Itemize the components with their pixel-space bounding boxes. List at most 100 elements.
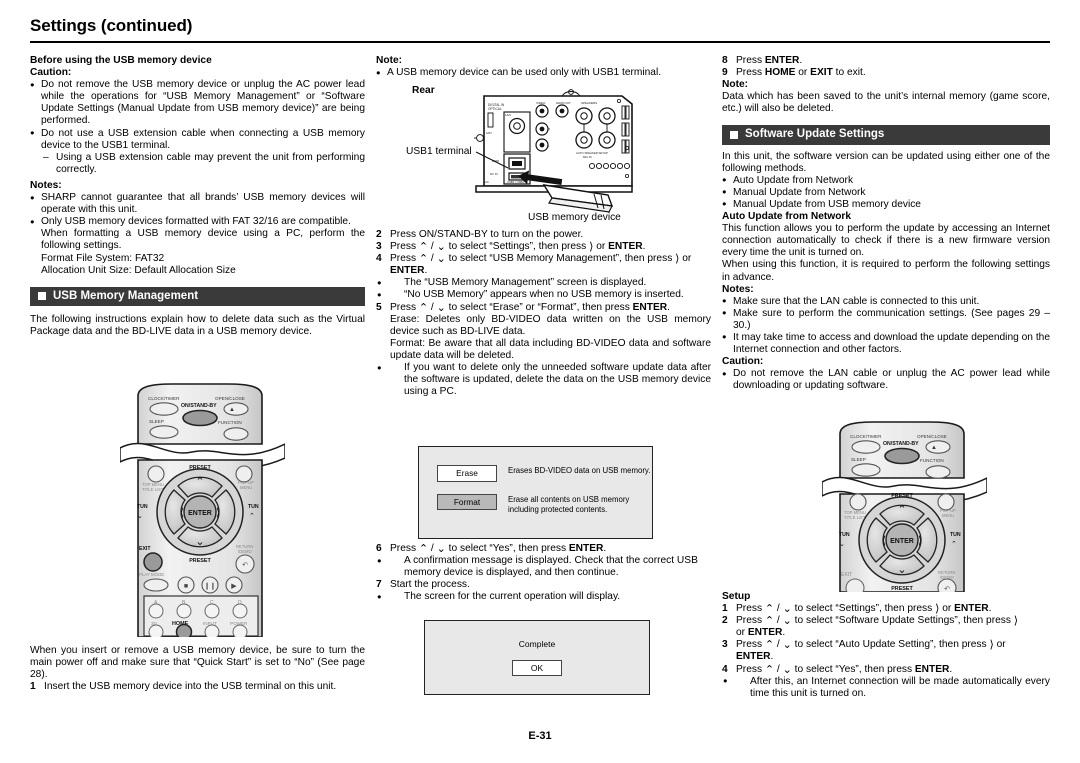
svg-text:⌄: ⌄ <box>839 541 845 548</box>
heading-auto-update-from-network: Auto Update from Network <box>722 211 852 223</box>
svg-text:■: ■ <box>184 583 188 590</box>
setup-step-1: 1 Press ⌃ / ⌄ to select “Settings”, then… <box>722 603 1050 615</box>
setup-step-2: 2 Press ⌃ / ⌄ to select “Software Update… <box>722 615 1050 639</box>
osd-complete-message: Complete <box>518 639 556 650</box>
osd-format-button[interactable]: Format <box>437 493 497 510</box>
svg-text:DC IN: DC IN <box>490 172 498 176</box>
step-4: 4 Press ⌃ / ⌄ to select “USB Memory Mana… <box>376 253 711 277</box>
update-method-1: Auto Update from Network <box>722 174 1050 187</box>
svg-text:MENU: MENU <box>942 513 954 518</box>
auto-update-paragraph-2: When using this function, it is required… <box>722 259 1050 283</box>
column-left-footer-text: When you insert or remove a USB memory d… <box>30 645 365 693</box>
osd-format-description-line1: Erase all contents on USB memory <box>508 494 630 504</box>
svg-text:OPEN/CLOSE: OPEN/CLOSE <box>917 434 947 439</box>
svg-text:TUN: TUN <box>839 532 850 538</box>
step-3-text: Press ⌃ / ⌄ to select “Settings”, then p… <box>390 241 646 254</box>
column-right-setup: Setup 1 Press ⌃ / ⌄ to select “Settings”… <box>722 591 1050 700</box>
svg-text:EXIT: EXIT <box>139 546 151 552</box>
svg-text:PRESET: PRESET <box>891 493 913 499</box>
svg-text:PRESET: PRESET <box>189 465 211 471</box>
svg-text:/DEMO: /DEMO <box>238 549 252 554</box>
setup-step-3-text: Press ⌃ / ⌄ to select “Auto Update Setti… <box>736 639 1006 663</box>
step-7-number: 7 <box>376 579 382 591</box>
step-9-number: 9 <box>722 67 728 79</box>
svg-text:FUNCTION: FUNCTION <box>218 420 242 425</box>
svg-text:⌃: ⌃ <box>897 504 906 516</box>
svg-text:TUN: TUN <box>137 504 148 510</box>
step-9: 9 Press HOME or EXIT to exit. <box>722 67 1050 79</box>
manual-page: Settings (continued) Before using the US… <box>0 0 1080 763</box>
step-2: 2 Press ON/STAND-BY to turn on the power… <box>376 229 711 241</box>
step-3: 3 Press ⌃ / ⌄ to select “Settings”, then… <box>376 241 711 253</box>
step-6: 6 Press ⌃ / ⌄ to select “Yes”, then pres… <box>376 543 711 555</box>
section-header-label: Software Update Settings <box>745 128 885 141</box>
label-notes-right: Notes: <box>722 283 754 295</box>
osd-erase-description: Erases BD-VIDEO data on USB memory. <box>508 466 651 475</box>
svg-text:FUNCTION: FUNCTION <box>920 458 944 463</box>
setup-step-2-text: Press ⌃ / ⌄ to select “Software Update S… <box>736 615 1019 639</box>
on-standby-button-highlight <box>884 447 920 465</box>
osd-row-format: Format Erase all contents on USB memory … <box>437 493 652 515</box>
svg-text:AC: AC <box>485 180 489 184</box>
svg-text:⌄: ⌄ <box>897 564 906 576</box>
svg-text:SLEEP: SLEEP <box>149 419 164 424</box>
arrow-up-icon: ⌃ <box>418 241 429 254</box>
svg-text:VIDEO: VIDEO <box>536 101 546 105</box>
right-note-bullet-2: Make sure to perform the communication s… <box>722 307 1050 332</box>
svg-text:TITLE LIST: TITLE LIST <box>142 487 164 492</box>
svg-text:↶: ↶ <box>242 562 248 569</box>
step-7: 7 Start the process. <box>376 579 711 591</box>
osd-complete-dialog: Complete OK <box>424 620 650 695</box>
svg-text:❙❙: ❙❙ <box>204 582 216 590</box>
svg-text:CLOCK/TIMER: CLOCK/TIMER <box>148 396 180 401</box>
home-button-highlight <box>175 623 193 641</box>
column-middle-steps-2: 6 Press ⌃ / ⌄ to select “Yes”, then pres… <box>376 543 711 603</box>
note-internal-memory: Data which has been saved to the unit’s … <box>722 91 1050 115</box>
setup-step-1-text: Press ⌃ / ⌄ to select “Settings”, then p… <box>736 603 992 616</box>
svg-text:OPTICAL: OPTICAL <box>488 107 502 111</box>
osd-ok-button[interactable]: OK <box>512 660 562 676</box>
svg-text:MIC IN: MIC IN <box>583 155 592 159</box>
arrow-right-icon: ⟩ <box>1013 615 1019 628</box>
title-divider <box>30 41 1050 43</box>
rear-panel-svg: DIGITAL IN OPTICAL ANT LAN R L VIDEO HDM… <box>474 89 633 213</box>
svg-text:CLOCK/TIMER: CLOCK/TIMER <box>850 434 882 439</box>
label-caution: Caution: <box>30 67 72 79</box>
osd-erase-button[interactable]: Erase <box>437 465 497 482</box>
caution-bullet-2: Do not use a USB extension cable when co… <box>30 127 365 152</box>
arrow-up-icon: ⌃ <box>764 663 775 676</box>
setup-step-1-number: 1 <box>722 603 728 615</box>
remote-svg-1: CLOCK/TIMER OPEN/CLOSE ▲ ON/STAND-BY SLE… <box>119 383 286 641</box>
svg-text:⟨: ⟨ <box>180 507 184 519</box>
svg-text:⟨: ⟨ <box>882 535 886 547</box>
column-left: Before using the USB memory device Cauti… <box>30 55 365 338</box>
arrow-down-icon: ⌄ <box>436 241 446 254</box>
svg-text:PLAY MODE: PLAY MODE <box>139 572 164 577</box>
arrow-up-icon: ⌃ <box>764 639 775 652</box>
note-bullet-2: Only USB memory devices formatted with F… <box>30 216 365 228</box>
svg-text:TUN: TUN <box>248 504 259 510</box>
step-7-bullet-1: The screen for the current operation wil… <box>376 591 711 603</box>
exit-button-highlight <box>143 552 163 572</box>
remote-control-illustration-2: CLOCK/TIMER OPEN/CLOSE ▲ ON/STAND-BY SLE… <box>821 420 988 598</box>
setup-step-2-number: 2 <box>722 615 728 627</box>
svg-text:⌄: ⌄ <box>195 536 204 548</box>
section-header-usb-memory-management: USB Memory Management <box>30 286 365 306</box>
setup-step-3-number: 3 <box>722 639 728 651</box>
arrow-up-icon: ⌃ <box>418 253 429 266</box>
arrow-down-icon: ⌄ <box>782 615 792 628</box>
label-caution-right: Caution: <box>722 356 764 368</box>
osd-format-description-line2: including protected contents. <box>508 504 608 514</box>
svg-text:EXIT: EXIT <box>841 572 852 578</box>
step-6-text: Press ⌃ / ⌄ to select “Yes”, then press … <box>390 543 607 555</box>
heading-setup: Setup <box>722 591 751 602</box>
insert-remove-note: When you insert or remove a USB memory d… <box>30 645 365 681</box>
step-3-number: 3 <box>376 241 382 253</box>
label-note-right: Note: <box>722 79 749 91</box>
svg-text:ANT: ANT <box>486 131 492 135</box>
note-bullet-2-line-1: When formatting a USB memory device usin… <box>41 228 365 252</box>
caution-bullet-2-dash: Using a USB extension cable may prevent … <box>30 152 365 176</box>
svg-text:ENTER: ENTER <box>188 510 212 517</box>
step-5-text: Press ⌃ / ⌄ to select “Erase” or “Format… <box>390 301 671 314</box>
svg-text:HDMI OUT: HDMI OUT <box>556 101 571 105</box>
